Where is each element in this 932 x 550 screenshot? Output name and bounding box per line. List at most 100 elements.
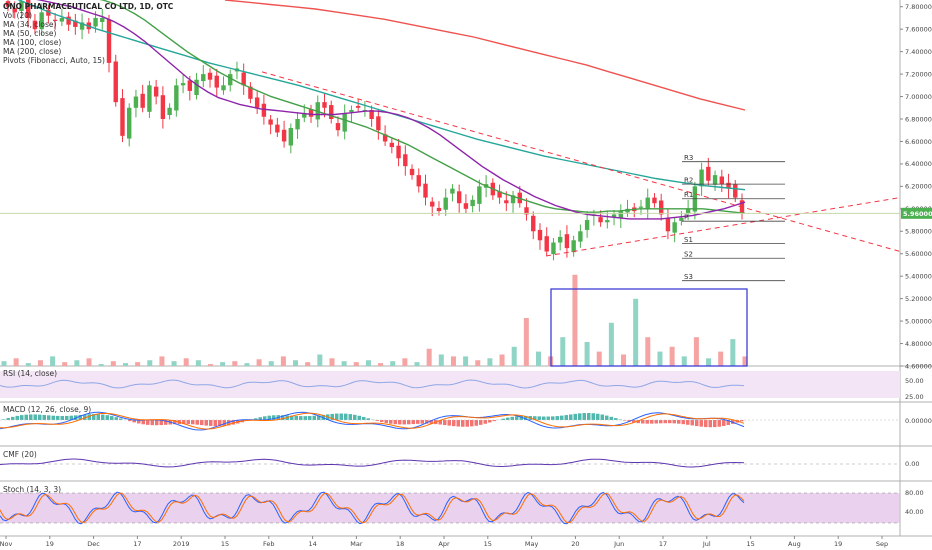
candle-body <box>551 242 556 255</box>
macd-histogram-bar <box>681 420 685 425</box>
macd-histogram-bar <box>11 416 15 420</box>
x-tick-label: Nov <box>0 540 12 548</box>
volume-bar <box>633 298 639 366</box>
macd-title[interactable]: MACD (12, 26, close, 9) <box>3 405 91 414</box>
macd-histogram-bar <box>51 415 55 420</box>
macd-histogram-bar <box>186 420 190 425</box>
legend-ma200[interactable]: MA (200, close) <box>3 47 173 56</box>
macd-histogram-bar <box>587 413 591 420</box>
macd-histogram-bar <box>609 416 613 420</box>
macd-histogram-bar <box>722 420 726 426</box>
macd-histogram-bar <box>24 414 28 420</box>
macd-histogram-bar <box>650 420 654 424</box>
last-price-label: 5.960000 <box>903 210 932 218</box>
legend-ma34[interactable]: MA (34, close) <box>3 20 173 29</box>
candle-body <box>153 86 159 97</box>
macd-histogram-bar <box>402 420 406 425</box>
y-tick-label: 5.600000 <box>905 250 932 258</box>
candle-body <box>733 184 738 198</box>
candle-body <box>598 217 603 223</box>
macd-histogram-bar <box>150 420 154 426</box>
x-tick-label: 14 <box>308 540 316 548</box>
macd-histogram-bar <box>155 420 159 426</box>
volume-bar <box>463 356 469 366</box>
stoch-title[interactable]: Stoch (14, 3, 3) <box>3 485 61 494</box>
cmf-tick-label: 0.00 <box>905 460 919 468</box>
candle-body <box>672 222 677 233</box>
macd-histogram-bar <box>20 415 24 420</box>
candle-body <box>396 145 401 159</box>
candle-body <box>288 127 294 146</box>
x-tick-label: Jul <box>702 540 711 548</box>
y-tick-label: 6.600000 <box>905 138 932 146</box>
legend-pivots[interactable]: Pivots (Fibonacci, Auto, 15) <box>3 56 173 65</box>
candle-body <box>531 215 536 232</box>
macd-histogram-bar <box>699 420 703 427</box>
volume-bar <box>329 358 335 366</box>
macd-histogram-bar <box>416 420 420 424</box>
volume-bar <box>341 361 347 366</box>
candle-body <box>436 207 442 212</box>
cmf-title[interactable]: CMF (20) <box>3 450 37 459</box>
y-tick-label: 6.800000 <box>905 115 932 123</box>
volume-bar <box>220 362 226 366</box>
macd-histogram-bar <box>96 414 100 420</box>
macd-histogram-bar <box>146 420 150 425</box>
candle-body <box>241 72 246 86</box>
pivot-label-r1: R1 <box>684 191 693 199</box>
candle-body <box>174 85 179 111</box>
x-tick-label: Sep <box>876 540 888 548</box>
candle-body <box>295 119 300 130</box>
macd-histogram-bar <box>200 420 204 426</box>
legend-ma100[interactable]: MA (100, close) <box>3 38 173 47</box>
volume-bar <box>535 351 541 366</box>
symbol-title[interactable]: ONO PHARMACEUTICAL CO LTD, 1D, OTC <box>3 2 173 11</box>
rsi-title[interactable]: RSI (14, close) <box>3 369 57 378</box>
y-tick-label: 5.200000 <box>905 295 932 303</box>
volume-bar <box>256 359 262 366</box>
macd-histogram-bar <box>420 420 424 424</box>
macd-histogram-bar <box>582 413 586 420</box>
volume-bar <box>147 360 153 366</box>
candle-body <box>187 80 193 91</box>
volume-bar <box>25 363 31 366</box>
volume-bar <box>596 351 602 366</box>
macd-histogram-bar <box>596 413 600 420</box>
price-axis[interactable]: 7.800000 7.600000 7.400000 7.200000 7.000000… <box>900 3 932 516</box>
x-tick-label: 15 <box>746 540 754 548</box>
candle-body <box>605 220 610 223</box>
candle-body <box>537 229 543 241</box>
macd-histogram-bar <box>605 415 609 420</box>
candle-body <box>658 200 664 215</box>
macd-histogram-bar <box>303 416 307 420</box>
volume-bar <box>730 339 736 366</box>
legend-ma50[interactable]: MA (50, close) <box>3 29 173 38</box>
volume-bar <box>232 361 238 366</box>
legend-vol[interactable]: Vol (20) <box>3 11 173 20</box>
candle-body <box>342 113 347 132</box>
macd-histogram-bar <box>690 420 694 426</box>
macd-histogram-bar <box>470 420 474 427</box>
candle-body <box>679 217 684 221</box>
candle-body <box>207 72 213 80</box>
x-tick-label: 2019 <box>173 540 190 548</box>
volume-bar <box>74 360 80 366</box>
macd-histogram-bar <box>204 420 208 426</box>
volume-bar <box>268 361 274 366</box>
candle-body <box>335 123 341 131</box>
candle-body <box>194 79 199 95</box>
macd-histogram-bar <box>645 420 649 424</box>
x-tick-label: 15 <box>484 540 492 548</box>
stoch-tick-label: 80.00 <box>905 489 924 497</box>
macd-histogram-bar <box>479 420 483 425</box>
volume-bar <box>37 360 43 366</box>
volume-bar <box>378 363 384 366</box>
candle-body <box>113 61 118 103</box>
volume-bar <box>110 361 116 366</box>
macd-histogram-bar <box>105 415 109 420</box>
candle-body <box>160 95 166 120</box>
time-axis[interactable]: Nov 19 Dec 17 2019 15 Feb 14 Mar 18 Apr 15 May 20 Jun 1… <box>0 536 888 548</box>
main-legend[interactable]: ONO PHARMACEUTICAL CO LTD, 1D, OTC Vol (… <box>3 2 173 65</box>
candle-body <box>712 175 718 185</box>
volume-bar <box>98 364 104 366</box>
